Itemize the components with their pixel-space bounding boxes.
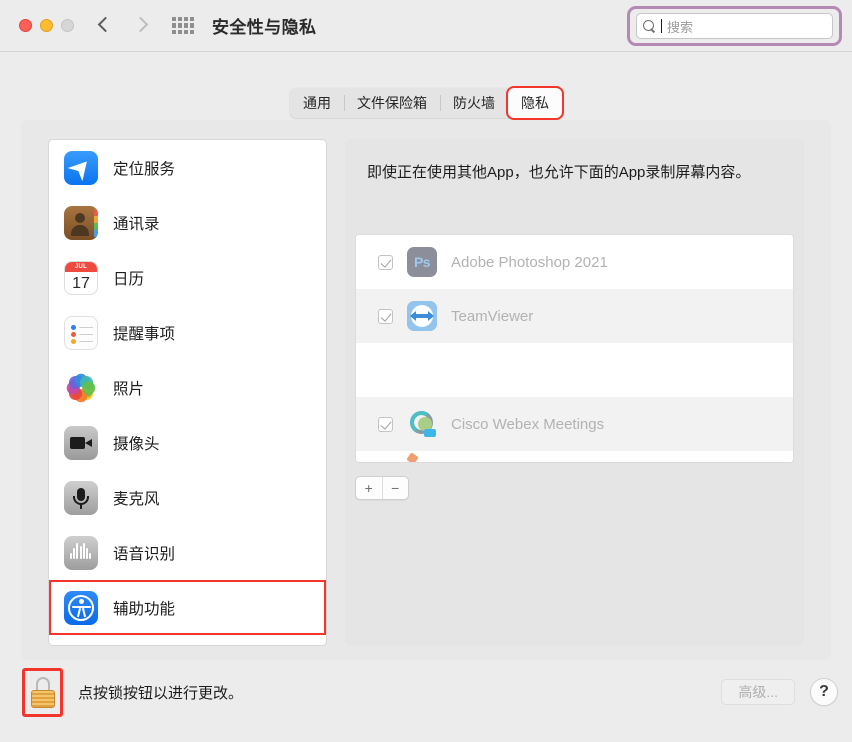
grid-dot <box>172 23 176 28</box>
tab-group: 通用 文件保险箱 防火墙 隐私 <box>290 86 564 120</box>
sidebar-item-photos[interactable]: 照片 <box>49 360 326 415</box>
screen-recording-panel: 即使正在使用其他App，也允许下面的App录制屏幕内容。 Ps Adobe Ph… <box>345 139 804 646</box>
remove-app-button[interactable]: − <box>381 477 409 499</box>
grid-dot <box>184 23 188 28</box>
app-checkbox[interactable] <box>378 416 393 432</box>
app-checkbox[interactable] <box>378 254 393 270</box>
grid-dot <box>178 29 182 34</box>
panel-description: 即使正在使用其他App，也允许下面的App录制屏幕内容。 <box>367 164 751 181</box>
sidebar-item-reminders[interactable]: 提醒事项 <box>49 305 326 360</box>
contacts-icon <box>64 205 98 240</box>
text-caret <box>661 19 662 33</box>
app-name: Adobe Photoshop 2021 <box>451 253 608 271</box>
partial-app-icon <box>406 451 419 462</box>
photoshop-icon: Ps <box>407 247 437 277</box>
tab-firewall[interactable]: 防火墙 <box>440 88 508 118</box>
sidebar-item-accessibility[interactable]: 辅助功能 <box>49 580 326 635</box>
minimize-button[interactable] <box>40 19 53 32</box>
app-name: TeamViewer <box>451 307 534 325</box>
forward-chevron-icon[interactable] <box>134 15 148 37</box>
sidebar-item-label: 通讯录 <box>113 215 160 233</box>
grid-dot <box>172 29 176 34</box>
speech-recognition-icon <box>64 535 98 570</box>
close-button[interactable] <box>19 19 32 32</box>
sidebar-item-speech-recognition[interactable]: 语音识别 <box>49 525 326 580</box>
lock-icon[interactable] <box>30 677 56 708</box>
add-remove-control[interactable]: + − <box>355 476 409 500</box>
lock-message: 点按锁按钮以进行更改。 <box>78 685 244 702</box>
search-input[interactable]: 搜索 <box>636 13 833 39</box>
sidebar-item-calendar[interactable]: JUL 17 日历 <box>49 250 326 305</box>
teamviewer-icon <box>407 301 437 331</box>
sidebar-item-label: 提醒事项 <box>113 325 176 343</box>
app-checkbox[interactable] <box>378 308 393 324</box>
tab-bar: 通用 文件保险箱 防火墙 隐私 <box>0 86 852 120</box>
search-placeholder: 搜索 <box>667 19 694 35</box>
location-services-icon <box>64 150 98 185</box>
privacy-pane: 定位服务 通讯录 JUL 17 日历 提醒事项 照片 摄像头 麦克风 语音识别 … <box>21 120 831 660</box>
sidebar-item-label: 定位服务 <box>113 160 176 178</box>
page-title: 安全性与隐私 <box>212 18 317 37</box>
advanced-button[interactable]: 高级... <box>721 679 795 705</box>
grid-dot <box>190 17 194 22</box>
cisco-webex-icon <box>407 409 437 439</box>
sidebar-item-partial[interactable] <box>49 635 326 645</box>
navigation-buttons <box>98 15 148 37</box>
sidebar-item-label: 摄像头 <box>113 435 160 453</box>
sidebar-item-microphone[interactable]: 麦克风 <box>49 470 326 525</box>
search-icon <box>643 19 656 33</box>
grid-dot <box>190 23 194 28</box>
sidebar-item-label: 麦克风 <box>113 490 160 508</box>
calendar-day: 17 <box>72 274 90 292</box>
lock-highlight-ring <box>22 668 63 717</box>
tab-filevault[interactable]: 文件保险箱 <box>344 88 440 118</box>
calendar-month: JUL <box>65 261 97 272</box>
sidebar-item-label: 照片 <box>113 380 145 398</box>
sidebar-item-label: 日历 <box>113 270 145 288</box>
traffic-lights <box>19 19 74 32</box>
list-item[interactable]: Ps Adobe Photoshop 2021 <box>356 235 793 289</box>
sidebar-item-contacts[interactable]: 通讯录 <box>49 195 326 250</box>
allowed-apps-list[interactable]: Ps Adobe Photoshop 2021 TeamViewer Cisco… <box>355 234 794 463</box>
list-item[interactable] <box>356 343 793 397</box>
grid-dot <box>172 17 176 22</box>
grid-dot <box>184 17 188 22</box>
tab-general[interactable]: 通用 <box>290 88 344 118</box>
sidebar-item-location-services[interactable]: 定位服务 <box>49 140 326 195</box>
app-name: Cisco Webex Meetings <box>451 415 605 433</box>
grid-dot <box>184 29 188 34</box>
show-all-grid-icon[interactable] <box>172 17 194 34</box>
list-item[interactable]: TeamViewer <box>356 289 793 343</box>
list-item[interactable]: Cisco Webex Meetings <box>356 397 793 451</box>
reminders-icon <box>64 315 98 350</box>
grid-dot <box>190 29 194 34</box>
system-preferences-window: 安全性与隐私 搜索 通用 文件保险箱 防火墙 隐私 定位服务 通讯录 JUL 1… <box>0 0 852 742</box>
photos-icon <box>64 370 98 405</box>
help-button[interactable]: ? <box>810 678 838 706</box>
grid-dot <box>178 17 182 22</box>
zoom-button[interactable] <box>61 19 74 32</box>
sidebar-item-camera[interactable]: 摄像头 <box>49 415 326 470</box>
bottom-bar: 点按锁按钮以进行更改。 高级... ? <box>0 660 852 742</box>
search-highlight-ring: 搜索 <box>627 6 842 46</box>
list-item[interactable] <box>356 451 793 462</box>
privacy-category-sidebar[interactable]: 定位服务 通讯录 JUL 17 日历 提醒事项 照片 摄像头 麦克风 语音识别 … <box>48 139 327 646</box>
titlebar: 安全性与隐私 搜索 <box>0 0 852 52</box>
sidebar-item-label: 语音识别 <box>113 545 176 563</box>
add-app-button[interactable]: + <box>356 477 382 499</box>
tab-privacy[interactable]: 隐私 <box>506 86 564 120</box>
calendar-icon: JUL 17 <box>64 260 98 295</box>
sidebar-item-label: 辅助功能 <box>113 600 176 618</box>
camera-icon <box>64 425 98 460</box>
microphone-icon <box>64 480 98 515</box>
back-chevron-icon[interactable] <box>98 15 112 37</box>
grid-dot <box>178 23 182 28</box>
accessibility-icon <box>64 590 98 625</box>
